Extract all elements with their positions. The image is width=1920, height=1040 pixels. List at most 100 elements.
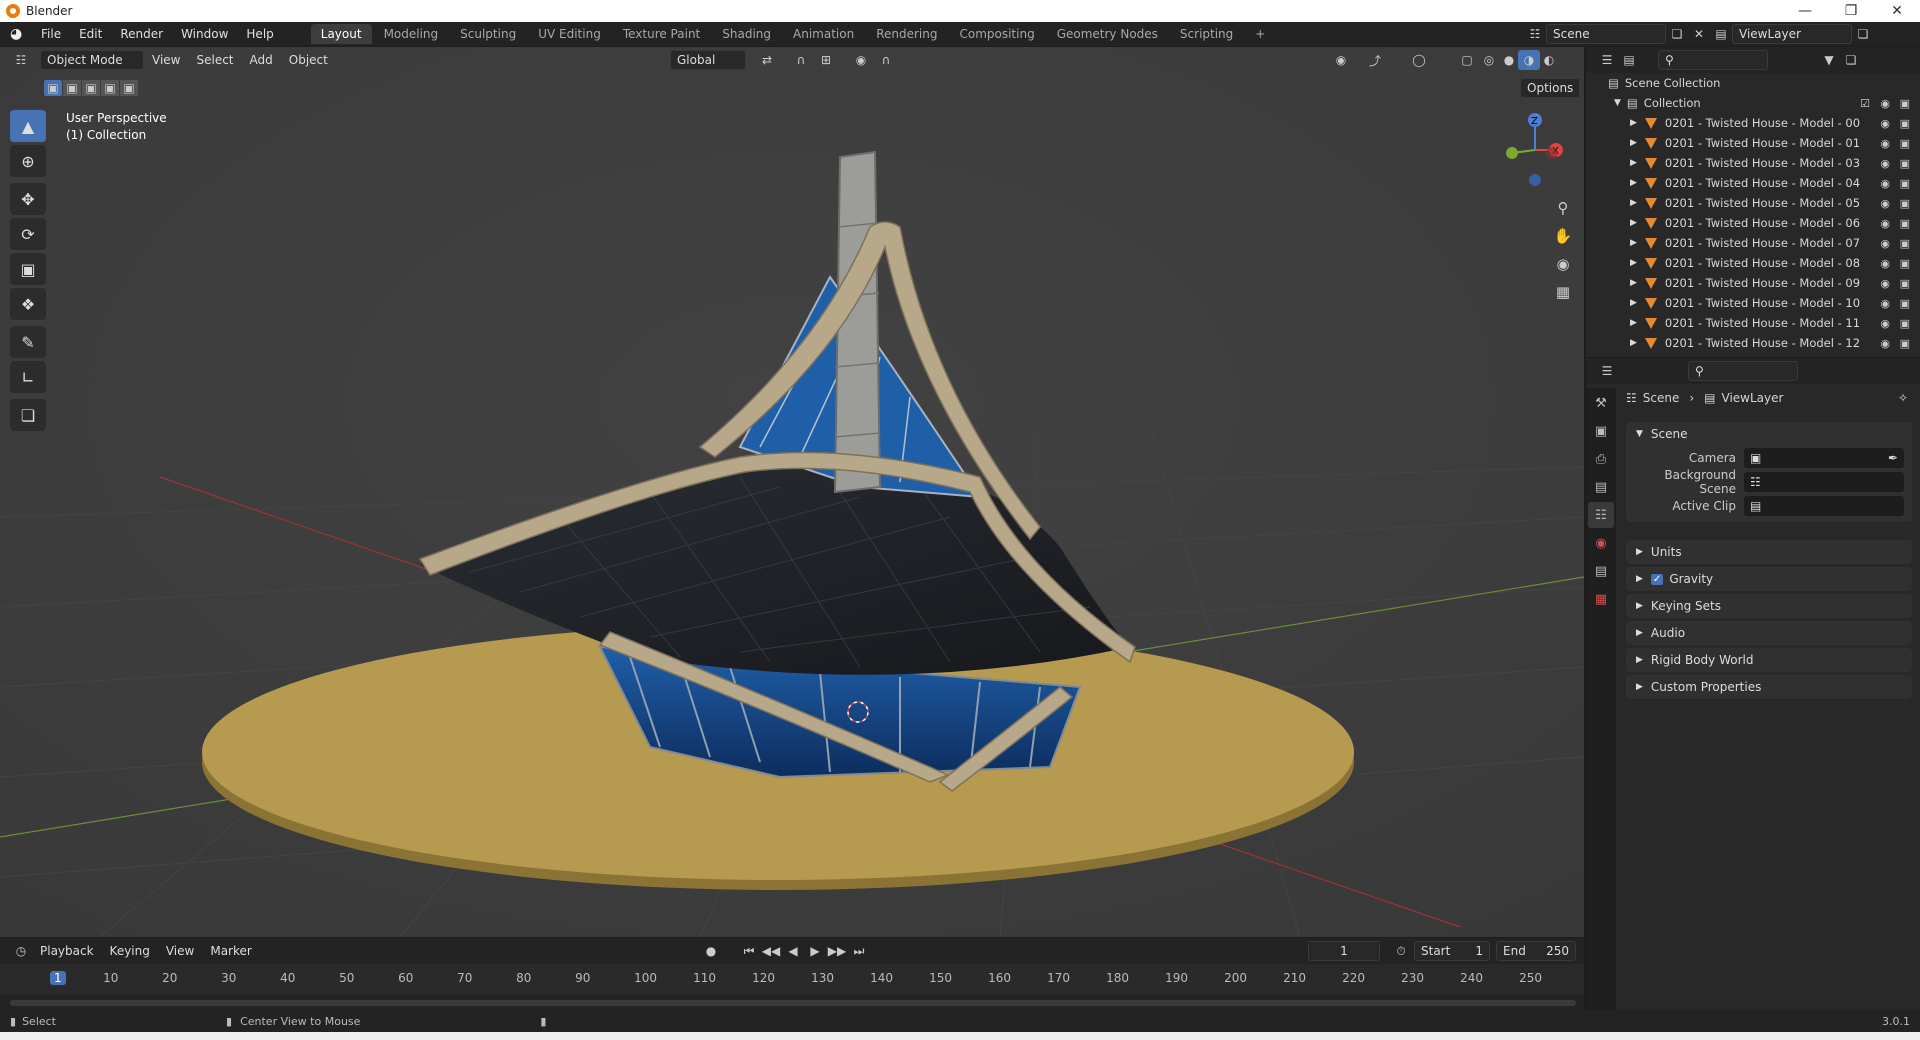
select-intersect-icon[interactable]: ▣ xyxy=(120,80,138,96)
camera-field[interactable]: ▣ ✒ xyxy=(1744,448,1904,468)
tab-texture-paint[interactable]: Texture Paint xyxy=(613,24,710,44)
menu-help[interactable]: Help xyxy=(237,27,282,41)
editor-type-icon[interactable]: ☷ xyxy=(10,50,32,70)
eyedropper-icon[interactable]: ✒ xyxy=(1888,451,1898,465)
record-icon[interactable]: ● xyxy=(700,941,722,961)
section-custom-properties[interactable]: ▶ Custom Properties xyxy=(1626,675,1912,699)
expand-arrow-icon[interactable]: ▶ xyxy=(1630,198,1637,208)
outliner-object-row[interactable]: ▶ 0201 - Twisted House - Model - 06 ◉ ▣ xyxy=(1586,213,1920,233)
transform-orientation-dropdown[interactable]: Global xyxy=(670,50,746,70)
eye-icon[interactable]: ◉ xyxy=(1880,217,1890,230)
camera-icon[interactable]: ▣ xyxy=(1900,297,1910,310)
tab-scripting[interactable]: Scripting xyxy=(1170,24,1243,44)
expand-arrow-icon[interactable]: ▶ xyxy=(1630,258,1637,268)
camera-icon[interactable]: ▣ xyxy=(1900,97,1910,110)
section-units[interactable]: ▶ Units xyxy=(1626,540,1912,564)
transform-tool-icon[interactable]: ❖ xyxy=(10,288,46,320)
filter-icon[interactable]: ▼ xyxy=(1818,50,1840,70)
select-invert-icon[interactable]: ▣ xyxy=(101,80,119,96)
expand-arrow-icon[interactable]: ▶ xyxy=(1630,278,1637,288)
outliner-object-row[interactable]: ▶ 0201 - Twisted House - Model - 05 ◉ ▣ xyxy=(1586,193,1920,213)
expand-arrow-icon[interactable]: ▼ xyxy=(1614,98,1621,108)
navigation-gizmo[interactable]: Z X xyxy=(1490,108,1570,188)
camera-icon[interactable]: ▣ xyxy=(1900,137,1910,150)
eye-icon[interactable]: ◉ xyxy=(1880,237,1890,250)
perspective-toggle-icon[interactable]: ▦ xyxy=(1552,278,1574,306)
timeline-scrollbar[interactable] xyxy=(10,1000,1576,1006)
rendered-shading-icon[interactable]: ◐ xyxy=(1538,50,1560,70)
camera-icon[interactable]: ▣ xyxy=(1900,317,1910,330)
viewlayer-field[interactable]: ViewLayer xyxy=(1732,24,1852,44)
zoom-icon[interactable]: ⚲ xyxy=(1552,194,1574,222)
cursor-tool-icon[interactable]: ⊕ xyxy=(10,145,46,177)
select-extend-icon[interactable]: ▣ xyxy=(63,80,81,96)
outliner-search-input[interactable]: ⚲ xyxy=(1658,50,1768,70)
timeline-menu-view[interactable]: View xyxy=(158,944,202,958)
tab-shading[interactable]: Shading xyxy=(712,24,781,44)
wireframe-shading-icon[interactable]: ◎ xyxy=(1478,50,1500,70)
outliner-object-row[interactable]: ▶ 0201 - Twisted House - Model - 09 ◉ ▣ xyxy=(1586,273,1920,293)
new-collection-icon[interactable]: ❏ xyxy=(1840,50,1862,70)
expand-arrow-icon[interactable]: ▶ xyxy=(1630,158,1637,168)
timeline-menu-playback[interactable]: Playback xyxy=(32,944,102,958)
snap-target-icon[interactable]: ⊞ xyxy=(815,50,837,70)
outliner-object-row[interactable]: ▶ 0201 - Twisted House - Model - 03 ◉ ▣ xyxy=(1586,153,1920,173)
eye-icon[interactable]: ◉ xyxy=(1880,317,1890,330)
tab-compositing[interactable]: Compositing xyxy=(949,24,1044,44)
object-mode-dropdown[interactable]: Object Mode xyxy=(40,50,144,70)
tab-modeling[interactable]: Modeling xyxy=(374,24,449,44)
delete-scene-icon[interactable]: ✕ xyxy=(1688,24,1710,44)
menu-file[interactable]: File xyxy=(32,27,70,41)
checkbox-icon[interactable]: ✓ xyxy=(1650,573,1664,585)
snap-icon[interactable]: ∩ xyxy=(790,50,812,70)
display-mode-icon[interactable]: ▤ xyxy=(1618,50,1640,70)
section-keying-sets[interactable]: ▶ Keying Sets xyxy=(1626,594,1912,618)
properties-search-input[interactable]: ⚲ xyxy=(1688,361,1798,381)
collection-tab-icon[interactable]: ▤ xyxy=(1588,558,1614,584)
xray-icon[interactable]: ▢ xyxy=(1456,50,1478,70)
new-viewlayer-icon[interactable]: ❏ xyxy=(1852,24,1874,44)
expand-arrow-icon[interactable]: ▶ xyxy=(1630,178,1637,188)
expand-arrow-icon[interactable]: ▶ xyxy=(1630,218,1637,228)
prev-keyframe-icon[interactable]: ◀◀ xyxy=(760,941,782,961)
menu-edit[interactable]: Edit xyxy=(70,27,111,41)
play-icon[interactable]: ▶ xyxy=(804,941,826,961)
render-tab-icon[interactable]: ▣ xyxy=(1588,418,1614,444)
camera-icon[interactable]: ▣ xyxy=(1900,277,1910,290)
axis-gizmo-icon[interactable]: Z X xyxy=(1490,108,1570,188)
rotate-tool-icon[interactable]: ⟳ xyxy=(10,218,46,250)
viewlayer-icon[interactable]: ▤ xyxy=(1710,24,1732,44)
select-subtract-icon[interactable]: ▣ xyxy=(82,80,100,96)
camera-icon[interactable]: ▣ xyxy=(1900,217,1910,230)
eye-icon[interactable]: ◉ xyxy=(1880,97,1890,110)
pivot-point-icon[interactable]: ⇄ xyxy=(756,50,778,70)
add-workspace-button[interactable]: + xyxy=(1245,24,1275,44)
next-keyframe-icon[interactable]: ▶▶ xyxy=(826,941,848,961)
world-tab-icon[interactable]: ◉ xyxy=(1588,530,1614,556)
eye-icon[interactable]: ◉ xyxy=(1880,117,1890,130)
jump-end-icon[interactable]: ⏭ xyxy=(848,941,870,961)
expand-arrow-icon[interactable]: ▶ xyxy=(1630,318,1637,328)
camera-icon[interactable]: ▣ xyxy=(1900,257,1910,270)
restore-icon[interactable]: ❐ xyxy=(1828,0,1874,22)
pin-icon[interactable]: ✧ xyxy=(1898,391,1908,405)
camera-view-icon[interactable]: ◉ xyxy=(1552,250,1574,278)
outliner-scene-collection[interactable]: ▤ Scene Collection xyxy=(1586,73,1920,93)
play-reverse-icon[interactable]: ◀ xyxy=(782,941,804,961)
scene-panel-header[interactable]: ▼ Scene xyxy=(1626,422,1912,446)
output-tab-icon[interactable]: ⎙ xyxy=(1588,446,1614,472)
3d-viewport[interactable] xyxy=(0,47,1584,937)
camera-icon[interactable]: ▣ xyxy=(1900,197,1910,210)
section-audio[interactable]: ▶ Audio xyxy=(1626,621,1912,645)
tab-uv-editing[interactable]: UV Editing xyxy=(528,24,611,44)
tab-rendering[interactable]: Rendering xyxy=(866,24,947,44)
eye-icon[interactable]: ◉ xyxy=(1880,137,1890,150)
eye-icon[interactable]: ◉ xyxy=(1880,197,1890,210)
tab-sculpting[interactable]: Sculpting xyxy=(450,24,526,44)
camera-icon[interactable]: ▣ xyxy=(1900,177,1910,190)
select-new-icon[interactable]: ▣ xyxy=(44,80,62,96)
select-box-tool-icon[interactable]: ▲ xyxy=(10,110,46,142)
checkbox-icon[interactable]: ☑ xyxy=(1860,97,1870,110)
tool-tab-icon[interactable]: ⚒ xyxy=(1588,390,1614,416)
annotate-tool-icon[interactable]: ✎ xyxy=(10,326,46,358)
